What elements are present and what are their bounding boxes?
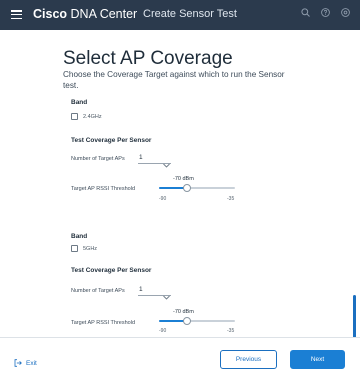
header-actions xyxy=(301,8,350,17)
band-5ghz-checkbox[interactable] xyxy=(71,245,78,252)
target-aps-value-5ghz: 1 xyxy=(139,286,143,293)
settings-icon[interactable] xyxy=(341,8,350,17)
exit-icon xyxy=(14,354,22,372)
brand-name-bold: Cisco xyxy=(33,7,68,21)
wizard-footer: Exit Previous Next xyxy=(0,337,360,377)
rssi-min-2-4ghz: -90 xyxy=(159,196,167,202)
slider-thumb[interactable] xyxy=(182,184,191,192)
rssi-slider-2-4ghz[interactable] xyxy=(159,184,235,192)
target-aps-select-5ghz[interactable]: 1 xyxy=(138,285,171,300)
band-2-4ghz-checkbox[interactable] xyxy=(71,113,78,120)
band-5ghz-label: 5GHz xyxy=(83,245,98,252)
rssi-max-5ghz: -35 xyxy=(227,328,235,334)
coverage-label-2-4ghz: Test Coverage Per Sensor xyxy=(71,137,152,144)
previous-button[interactable]: Previous xyxy=(220,350,277,369)
band-label-2-4ghz: Band xyxy=(71,99,88,106)
top-navigation-bar: Cisco DNA Center Create Sensor Test xyxy=(0,0,360,30)
target-aps-label-2-4ghz: Number of Target APs xyxy=(71,156,125,162)
next-button[interactable]: Next xyxy=(290,350,345,369)
chevron-down-icon xyxy=(163,287,170,305)
target-aps-select-2-4ghz[interactable]: 1 xyxy=(138,153,171,168)
vertical-scrollbar[interactable] xyxy=(353,295,356,337)
rssi-min-5ghz: -90 xyxy=(159,328,167,334)
band-option-5ghz[interactable]: 5GHz xyxy=(71,245,97,252)
brand-name-light: DNA Center xyxy=(70,7,138,21)
band-option-2-4ghz[interactable]: 2.4GHz xyxy=(71,113,102,120)
rssi-label-5ghz: Target AP RSSI Threshold xyxy=(71,320,135,326)
coverage-label-5ghz: Test Coverage Per Sensor xyxy=(71,267,152,274)
page-title: Select AP Coverage xyxy=(63,48,233,69)
rssi-label-2-4ghz: Target AP RSSI Threshold xyxy=(71,186,135,192)
band-2-4ghz-label: 2.4GHz xyxy=(83,113,102,120)
main-content[interactable]: Select AP Coverage Choose the Coverage T… xyxy=(0,30,360,337)
band-label-5ghz: Band xyxy=(71,233,88,240)
rssi-max-2-4ghz: -35 xyxy=(227,196,235,202)
target-aps-label-5ghz: Number of Target APs xyxy=(71,288,125,294)
exit-link[interactable]: Exit xyxy=(14,354,37,372)
page-heading: Create Sensor Test xyxy=(143,8,237,20)
rssi-slider-5ghz[interactable] xyxy=(159,317,235,325)
chevron-down-icon xyxy=(163,155,170,173)
target-aps-value-2-4ghz: 1 xyxy=(139,154,143,161)
brand-logo[interactable]: Cisco DNA Center xyxy=(33,7,137,21)
exit-label: Exit xyxy=(26,359,37,367)
search-icon[interactable] xyxy=(301,8,310,17)
menu-icon[interactable] xyxy=(11,10,22,20)
page-subtitle: Choose the Coverage Target against which… xyxy=(63,70,285,90)
slider-thumb[interactable] xyxy=(182,317,191,325)
help-icon[interactable] xyxy=(321,8,330,17)
rssi-value-5ghz: -70 dBm xyxy=(173,309,194,315)
rssi-value-2-4ghz: -70 dBm xyxy=(173,176,194,182)
